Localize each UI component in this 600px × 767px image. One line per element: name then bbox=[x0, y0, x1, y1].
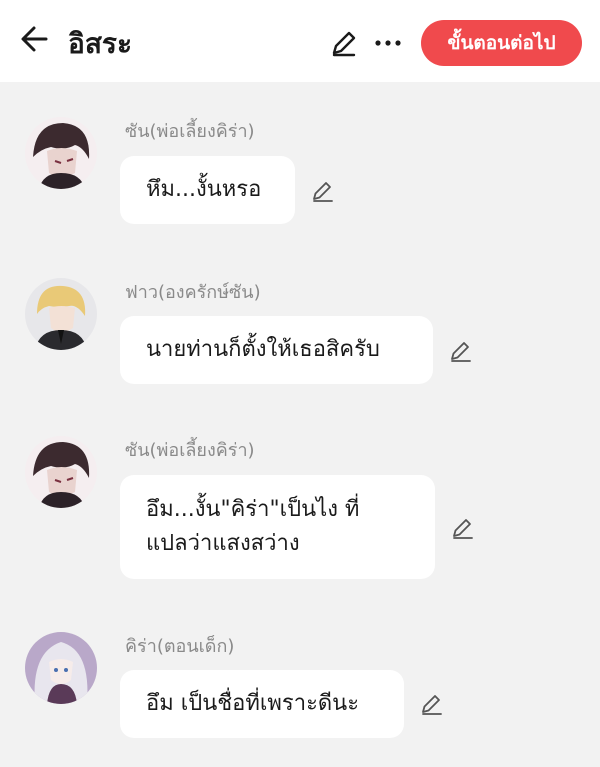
page-title: อิสระ bbox=[68, 27, 132, 60]
pencil-icon bbox=[453, 519, 473, 539]
edit-message-button[interactable] bbox=[448, 338, 474, 364]
next-step-button[interactable]: ขั้นตอนต่อไป bbox=[421, 20, 582, 66]
ellipsis-icon bbox=[375, 40, 401, 46]
edit-message-button[interactable] bbox=[310, 178, 336, 204]
pencil-icon bbox=[451, 342, 471, 362]
message-text: อึม...งั้น"คิร่า"เป็นไง ที่ แปลว่าแสงสว่… bbox=[146, 497, 360, 556]
sender-name: ซัน(พ่อเลี้ยงคิร่า) bbox=[125, 121, 255, 142]
avatar-fow[interactable] bbox=[25, 278, 97, 350]
pencil-icon bbox=[313, 182, 333, 202]
message-bubble[interactable]: หึม...งั้นหรอ bbox=[120, 156, 295, 224]
message-bubble[interactable]: นายท่านก็ตั้งให้เธอสิครับ bbox=[120, 316, 433, 384]
message-text: นายท่านก็ตั้งให้เธอสิครับ bbox=[146, 337, 380, 362]
message-text: อึม เป็นชื่อที่เพราะดีนะ bbox=[146, 691, 360, 716]
message-text: หึม...งั้นหรอ bbox=[146, 177, 262, 202]
sender-name: ซัน(พ่อเลี้ยงคิร่า) bbox=[125, 440, 255, 461]
sender-name: คิร่า(ตอนเด็ก) bbox=[125, 636, 235, 657]
edit-button[interactable] bbox=[328, 27, 360, 59]
message-bubble[interactable]: อึม เป็นชื่อที่เพราะดีนะ bbox=[120, 670, 404, 738]
back-button[interactable] bbox=[18, 22, 52, 56]
avatar-kira[interactable] bbox=[25, 632, 97, 704]
message-bubble[interactable]: อึม...งั้น"คิร่า"เป็นไง ที่ แปลว่าแสงสว่… bbox=[120, 475, 435, 579]
sender-name: ฟาว(องครักษ์ซัน) bbox=[125, 282, 261, 303]
more-options-button[interactable] bbox=[372, 27, 404, 59]
pencil-icon bbox=[422, 695, 442, 715]
pencil-icon bbox=[332, 31, 356, 57]
edit-message-button[interactable] bbox=[419, 691, 445, 717]
edit-message-button[interactable] bbox=[450, 515, 476, 541]
top-bar: อิสระ ขั้นตอนต่อไป bbox=[0, 0, 600, 82]
arrow-left-icon bbox=[21, 26, 48, 52]
avatar-sun[interactable] bbox=[25, 117, 97, 189]
avatar-sun[interactable] bbox=[25, 436, 97, 508]
